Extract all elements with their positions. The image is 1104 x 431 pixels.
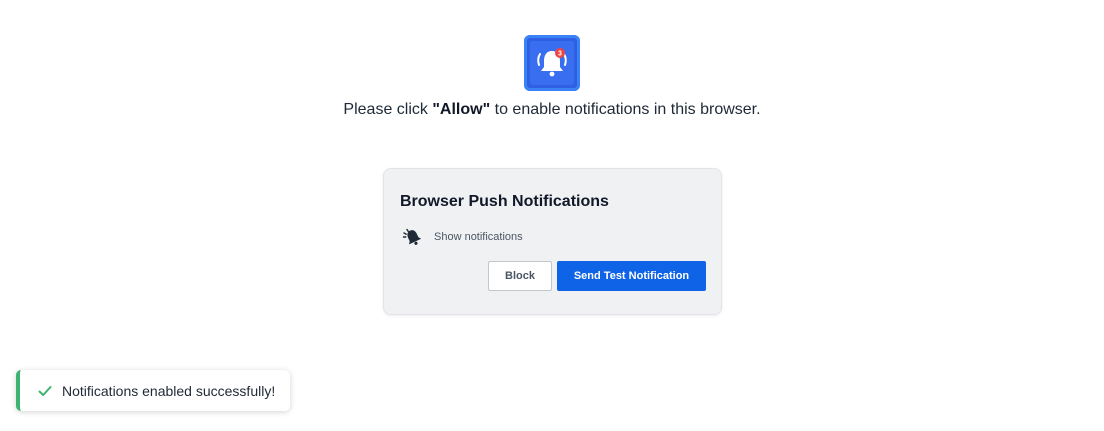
prompt-allow-emphasis: "Allow" (432, 101, 491, 118)
notification-bell-tile: 3 (524, 35, 580, 91)
bell-ringing-icon (402, 228, 422, 245)
prompt-suffix: to enable notifications in this browser. (490, 101, 761, 118)
push-notifications-card: Browser Push Notifications Show notifica… (383, 168, 722, 315)
success-toast: Notifications enabled successfully! (16, 370, 290, 411)
card-title: Browser Push Notifications (400, 193, 609, 210)
toast-message: Notifications enabled successfully! (62, 382, 276, 399)
send-test-notification-button[interactable]: Send Test Notification (557, 261, 706, 291)
bell-icon: 3 (537, 48, 567, 77)
check-icon (38, 385, 52, 396)
show-notifications-row: Show notifications (402, 227, 523, 247)
notification-badge-count: 3 (558, 51, 562, 58)
show-notifications-label: Show notifications (434, 231, 523, 243)
prompt-prefix: Please click (343, 101, 433, 118)
allow-prompt-text: Please click "Allow" to enable notificat… (0, 101, 1104, 119)
block-button[interactable]: Block (488, 261, 552, 291)
